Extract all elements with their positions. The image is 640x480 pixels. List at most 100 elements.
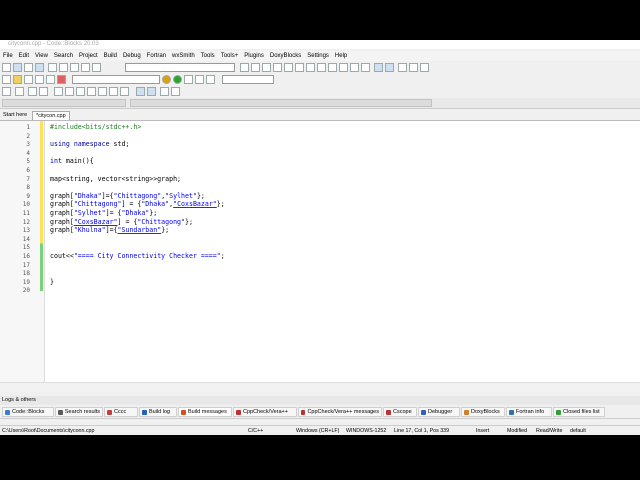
nav-fwd-icon[interactable]: [409, 63, 418, 72]
step-icon[interactable]: [184, 75, 193, 84]
log-tab-cppcheck-vera-messages[interactable]: CppCheck/Vera++ messages: [298, 407, 382, 417]
tb3-icon-5[interactable]: [54, 87, 63, 96]
code-line[interactable]: cout<<"==== City Connectivity Checker ==…: [50, 252, 225, 260]
menu-edit[interactable]: Edit: [16, 51, 32, 61]
menu-view[interactable]: View: [32, 51, 51, 61]
doc8-icon[interactable]: [317, 63, 326, 72]
code-line[interactable]: #include<bits/stdc++.h>: [50, 123, 141, 131]
build-target-combo[interactable]: [125, 63, 235, 72]
horizontal-scrollbar[interactable]: [0, 382, 640, 392]
tab-citycon-cpp[interactable]: *citycon.cpp: [32, 111, 70, 120]
code-line[interactable]: }: [50, 278, 54, 286]
code-line[interactable]: graph["Chittagong"] = {"Dhaka","CoxsBaza…: [50, 200, 225, 208]
step-into-icon[interactable]: [195, 75, 204, 84]
menu-search[interactable]: Search: [51, 51, 76, 61]
build-run-icon[interactable]: [35, 75, 44, 84]
menu-build[interactable]: Build: [101, 51, 120, 61]
doc5-icon[interactable]: [284, 63, 293, 72]
tb3-icon-11[interactable]: [120, 87, 129, 96]
cut-icon[interactable]: [48, 63, 57, 72]
copy-icon[interactable]: [59, 63, 68, 72]
menu-tools-[interactable]: Tools+: [218, 51, 242, 61]
menu-plugins[interactable]: Plugins: [241, 51, 267, 61]
replace-icon[interactable]: [92, 63, 101, 72]
code-line[interactable]: map<string, vector<string>>graph;: [50, 175, 181, 183]
tb3-icon-4[interactable]: [39, 87, 48, 96]
tab-start-here[interactable]: Start here: [0, 111, 30, 120]
doc4-icon[interactable]: [273, 63, 282, 72]
menu-file[interactable]: File: [0, 51, 16, 61]
build-icon[interactable]: [13, 75, 22, 84]
doc9-icon[interactable]: [328, 63, 337, 72]
tb3-icon-9[interactable]: [98, 87, 107, 96]
search-alt-icon[interactable]: [147, 87, 156, 96]
codecompletion-icon[interactable]: [171, 87, 180, 96]
new-file-icon[interactable]: [2, 63, 11, 72]
log-tab-closed-files-list[interactable]: Closed files list: [553, 407, 605, 417]
doc7-icon[interactable]: [306, 63, 315, 72]
log-tab-search-results[interactable]: Search results: [55, 407, 103, 417]
debug-windows-combo[interactable]: [222, 75, 274, 84]
menu-fortran[interactable]: Fortran: [144, 51, 169, 61]
menu-wxsmith[interactable]: wxSmith: [169, 51, 198, 61]
tb3-icon-10[interactable]: [109, 87, 118, 96]
tb3-icon-8[interactable]: [87, 87, 96, 96]
continue-icon[interactable]: [173, 75, 182, 84]
code-line[interactable]: int main(){: [50, 157, 94, 165]
menu-project[interactable]: Project: [76, 51, 101, 61]
tb3-icon-3[interactable]: [28, 87, 37, 96]
open-file-icon[interactable]: [13, 63, 22, 72]
log-tab-build-messages[interactable]: Build messages: [178, 407, 232, 417]
management-panel-tab[interactable]: [2, 99, 126, 107]
doc6-icon[interactable]: [295, 63, 304, 72]
doc3-icon[interactable]: [262, 63, 271, 72]
save-all-icon[interactable]: [35, 63, 44, 72]
code-line[interactable]: using namespace std;: [50, 140, 129, 148]
tb3-icon-7[interactable]: [76, 87, 85, 96]
build-settings-icon[interactable]: [2, 75, 11, 84]
zoom-in-icon[interactable]: [374, 63, 383, 72]
log-tab-cscope[interactable]: Cscope: [383, 407, 417, 417]
menu-doxyblocks[interactable]: DoxyBlocks: [267, 51, 304, 61]
log-tab-fortran-info[interactable]: Fortran info: [506, 407, 552, 417]
menu-help[interactable]: Help: [332, 51, 350, 61]
zoom-out-icon[interactable]: [385, 63, 394, 72]
debug-icon[interactable]: [162, 75, 171, 84]
doc2-icon[interactable]: [251, 63, 260, 72]
menu-settings[interactable]: Settings: [304, 51, 332, 61]
doc-icon[interactable]: [240, 63, 249, 72]
doc12-icon[interactable]: [361, 63, 370, 72]
target-select[interactable]: [72, 75, 160, 84]
doc11-icon[interactable]: [350, 63, 359, 72]
rebuild-icon[interactable]: [46, 75, 55, 84]
abort-icon[interactable]: [57, 75, 66, 84]
save-icon[interactable]: [24, 63, 33, 72]
log-tab-label: CppCheck/Vera++ messages: [307, 409, 379, 415]
log-tab-cccc[interactable]: Cccc: [104, 407, 138, 417]
doc10-icon[interactable]: [339, 63, 348, 72]
code-line[interactable]: graph["Sylhet"]= {"Dhaka"};: [50, 209, 157, 217]
log-tab-cppcheck-vera-[interactable]: CppCheck/Vera++: [233, 407, 297, 417]
nav-back-icon[interactable]: [398, 63, 407, 72]
tb3-icon-1[interactable]: [2, 87, 11, 96]
tb3-icon-2[interactable]: [15, 87, 24, 96]
find-icon[interactable]: [81, 63, 90, 72]
step-out-icon[interactable]: [206, 75, 215, 84]
run-icon[interactable]: [24, 75, 33, 84]
code-line[interactable]: graph["Dhaka"]={"Chittagong","Sylhet"};: [50, 192, 205, 200]
code-line[interactable]: graph["CoxsBazar"] = {"Chittagong"};: [50, 218, 193, 226]
code-panel-tab[interactable]: [130, 99, 432, 107]
spell-icon[interactable]: [160, 87, 169, 96]
bookmark-icon[interactable]: [420, 63, 429, 72]
log-tab-doxyblocks[interactable]: DoxyBlocks: [461, 407, 505, 417]
code-line[interactable]: graph["Khulna"]={"Sundarban"};: [50, 226, 169, 234]
code-editor[interactable]: 1 2 3 4 5 6 7 8 9 10 11 12 13 14 15 16 17 18 19 20 #include…: [0, 120, 640, 383]
paste-icon[interactable]: [70, 63, 79, 72]
search-icon[interactable]: [136, 87, 145, 96]
log-tab-debugger[interactable]: Debugger: [418, 407, 460, 417]
menu-debug[interactable]: Debug: [120, 51, 144, 61]
menu-tools[interactable]: Tools: [198, 51, 218, 61]
log-tab-build-log[interactable]: Build log: [139, 407, 177, 417]
tb3-icon-6[interactable]: [65, 87, 74, 96]
log-tab-code-blocks[interactable]: Code::Blocks: [2, 407, 54, 417]
